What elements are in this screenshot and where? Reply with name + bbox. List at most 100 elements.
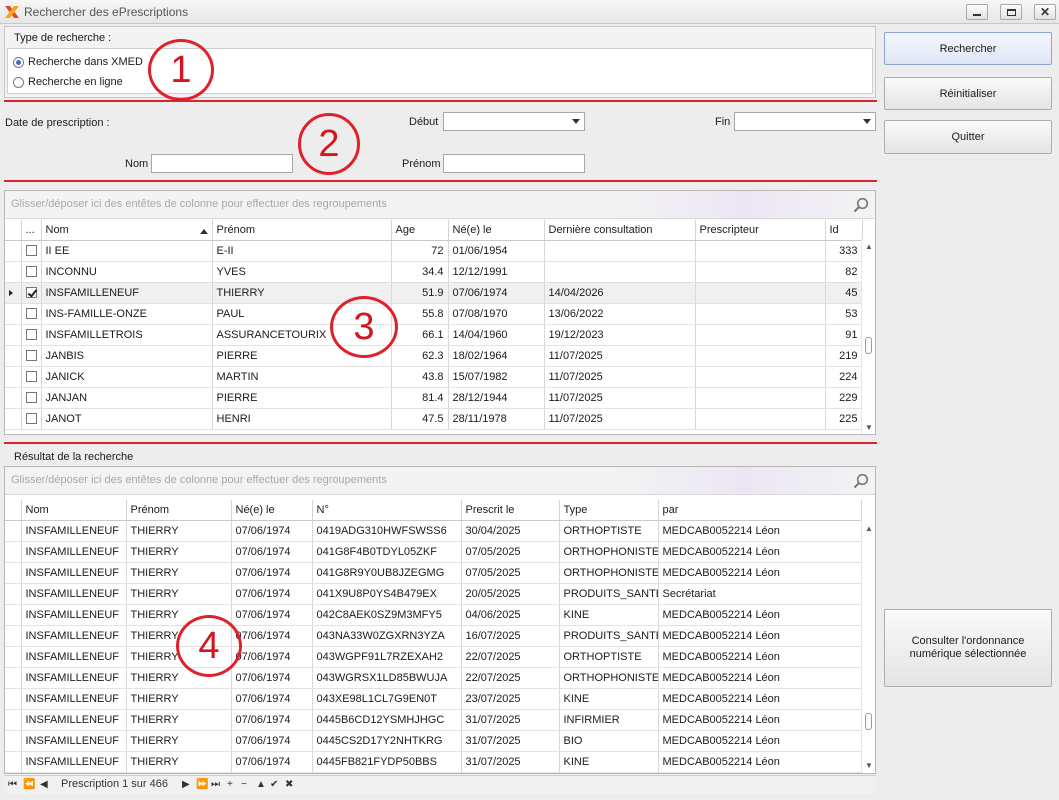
col-type[interactable]: Type <box>559 500 659 521</box>
group-by-area[interactable]: Glisser/déposer ici des entêtes de colon… <box>5 191 875 219</box>
edit-icon[interactable]: ▲ <box>256 779 266 790</box>
next-page-icon[interactable]: ⏩ <box>196 779 208 790</box>
col-numero[interactable]: N° <box>312 500 462 521</box>
table-row[interactable]: JANICK MARTIN 43.8 15/07/1982 11/07/2025 224 <box>5 366 863 388</box>
remove-icon[interactable]: − <box>241 779 247 790</box>
row-checkbox[interactable] <box>25 329 37 341</box>
row-checkbox[interactable] <box>25 308 37 320</box>
result-cell: 07/05/2025 <box>461 562 560 584</box>
table-row[interactable]: INSFAMILLENEUF THIERRY 07/06/1974 043WGRSX1… <box>5 667 862 689</box>
col-ne-le[interactable]: Né(e) le <box>448 220 545 241</box>
row-checkbox-cell[interactable] <box>21 261 42 283</box>
row-checkbox[interactable] <box>25 287 37 299</box>
fin-date-combo[interactable] <box>734 112 876 131</box>
table-row[interactable]: INSFAMILLENEUF THIERRY 07/06/1974 0445B6CD1… <box>5 709 862 731</box>
table-row[interactable]: INSFAMILLENEUF THIERRY 07/06/1974 043NA33W0… <box>5 625 862 647</box>
table-row[interactable]: INSFAMILLENEUF THIERRY 07/06/1974 041G8F4B0… <box>5 541 862 563</box>
table-row[interactable]: INSFAMILLENEUF THIERRY 07/06/1974 0445FB821… <box>5 751 862 773</box>
result-cell: KINE <box>559 604 659 626</box>
radio-xmed[interactable] <box>13 57 24 68</box>
col-prenom[interactable]: Prénom <box>212 220 392 241</box>
col-prescripteur[interactable]: Prescripteur <box>695 220 826 241</box>
radio-online[interactable] <box>13 77 24 88</box>
table-row[interactable]: JANBIS PIERRE 62.3 18/02/1964 11/07/2025 219 <box>5 345 863 367</box>
scroll-down-icon[interactable]: ▼ <box>865 423 873 432</box>
quit-button[interactable]: Quitter <box>884 120 1052 154</box>
row-checkbox-cell[interactable] <box>21 345 42 367</box>
scroll-thumb[interactable] <box>865 713 872 730</box>
consult-prescription-button[interactable]: Consulter l'ordonnance numérique sélecti… <box>884 609 1052 687</box>
col-ne-le[interactable]: Né(e) le <box>231 500 313 521</box>
close-button[interactable]: ✕ <box>1034 4 1056 20</box>
col-select[interactable]: ... <box>21 220 42 241</box>
row-checkbox-cell[interactable] <box>21 408 42 430</box>
col-nom[interactable]: Nom <box>21 500 127 521</box>
previous-page-icon[interactable]: ⏪ <box>23 779 35 790</box>
row-checkbox-cell[interactable] <box>21 240 42 262</box>
cell-ne: 07/06/1974 <box>448 282 545 304</box>
minimize-button[interactable] <box>966 4 988 20</box>
confirm-icon[interactable]: ✔ <box>270 779 278 790</box>
radio-xmed-label[interactable]: Recherche dans XMED <box>28 56 143 68</box>
row-checkbox-cell[interactable] <box>21 303 42 325</box>
col-prenom[interactable]: Prénom <box>126 500 232 521</box>
scroll-up-icon[interactable]: ▲ <box>865 524 873 533</box>
first-page-icon[interactable]: ⏮ <box>8 779 17 790</box>
debut-date-combo[interactable] <box>443 112 585 131</box>
row-checkbox[interactable] <box>25 413 37 425</box>
patients-scrollbar[interactable]: ▲ ▼ <box>861 239 875 434</box>
radio-online-label[interactable]: Recherche en ligne <box>28 76 123 88</box>
nom-input[interactable] <box>151 154 293 173</box>
last-page-icon[interactable]: ⏭ <box>211 779 220 790</box>
row-checkbox[interactable] <box>25 371 37 383</box>
scroll-thumb[interactable] <box>865 337 872 354</box>
row-checkbox-cell[interactable] <box>21 387 42 409</box>
search-type-options: Recherche dans XMED Recherche en ligne <box>7 48 873 94</box>
scroll-up-icon[interactable]: ▲ <box>865 242 873 251</box>
prenom-input[interactable] <box>443 154 585 173</box>
scroll-down-icon[interactable]: ▼ <box>865 761 873 770</box>
next-record-icon[interactable]: ▶ <box>182 779 190 790</box>
search-button[interactable]: Rechercher <box>884 32 1052 65</box>
search-icon[interactable] <box>853 473 869 489</box>
group-by-area[interactable]: Glisser/déposer ici des entêtes de colon… <box>5 467 875 495</box>
result-cell: MEDCAB0052214 Léon <box>658 625 862 647</box>
row-checkbox-cell[interactable] <box>21 366 42 388</box>
col-nom[interactable]: Nom <box>41 220 213 241</box>
maximize-button[interactable] <box>1000 4 1022 20</box>
table-row[interactable]: INSFAMILLENEUF THIERRY 07/06/1974 0445CS2D1… <box>5 730 862 752</box>
table-row[interactable]: INCONNU YVES 34.4 12/12/1991 82 <box>5 261 863 283</box>
col-par[interactable]: par <box>658 500 862 521</box>
table-row[interactable]: INSFAMILLENEUF THIERRY 07/06/1974 043WGPF91… <box>5 646 862 668</box>
row-checkbox[interactable] <box>25 350 37 362</box>
table-row[interactable]: INS-FAMILLE-ONZE PAUL 55.8 07/08/1970 13/06/… <box>5 303 863 325</box>
row-checkbox-cell[interactable] <box>21 282 42 304</box>
previous-record-icon[interactable]: ◀ <box>40 779 48 790</box>
table-row[interactable]: INSFAMILLENEUF THIERRY 07/06/1974 042C8AEK0… <box>5 604 862 626</box>
table-row[interactable]: INSFAMILLENEUF THIERRY 07/06/1974 041X9U8P0… <box>5 583 862 605</box>
reset-button[interactable]: Réinitialiser <box>884 77 1052 110</box>
table-row[interactable]: INSFAMILLENEUF THIERRY 07/06/1974 0419ADG31… <box>5 520 862 542</box>
add-icon[interactable]: + <box>227 779 233 790</box>
table-row[interactable]: INSFAMILLENEUF THIERRY 51.9 07/06/1974 14/04… <box>5 282 863 304</box>
row-indicator <box>5 562 22 584</box>
table-row[interactable]: INSFAMILLETROIS ASSURANCETOURIX 66.1 14/04/… <box>5 324 863 346</box>
table-row[interactable]: INSFAMILLENEUF THIERRY 07/06/1974 043XE98L1… <box>5 688 862 710</box>
col-derniere-consultation[interactable]: Dernière consultation <box>544 220 696 241</box>
row-checkbox[interactable] <box>25 392 37 404</box>
table-row[interactable]: JANOT HENRI 47.5 28/11/1978 11/07/2025 225 <box>5 408 863 430</box>
search-icon[interactable] <box>853 197 869 213</box>
row-checkbox[interactable] <box>25 266 37 278</box>
table-row[interactable]: INSFAMILLENEUF THIERRY 07/06/1974 041G8R9Y0… <box>5 562 862 584</box>
table-row[interactable]: JANJAN PIERRE 81.4 28/12/1944 11/07/2025 229 <box>5 387 863 409</box>
row-checkbox-cell[interactable] <box>21 324 42 346</box>
col-prescrit-le[interactable]: Prescrit le <box>461 500 560 521</box>
table-row[interactable]: II EE E-II 72 01/06/1954 333 <box>5 240 863 262</box>
results-scrollbar[interactable]: ▲ ▼ <box>861 520 875 773</box>
result-cell: THIERRY <box>126 730 232 752</box>
cell-age: 66.1 <box>391 324 449 346</box>
col-age[interactable]: Age <box>391 220 449 241</box>
row-checkbox[interactable] <box>25 245 37 257</box>
cancel-icon[interactable]: ✖ <box>285 779 293 790</box>
col-id[interactable]: Id <box>825 220 863 241</box>
